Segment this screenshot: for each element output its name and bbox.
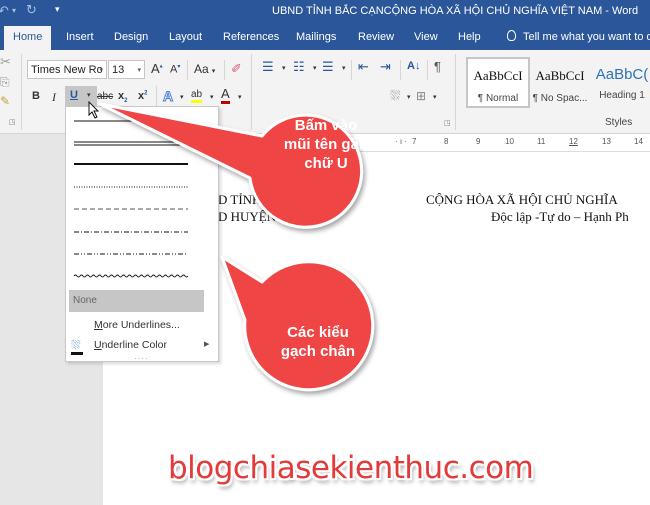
callout-line: Bấm vào: [294, 117, 358, 134]
callout-line: gạch chân: [280, 343, 356, 360]
callout-line: Các kiểu: [287, 324, 349, 341]
callout-bottom-text: Các kiểu gạch chân: [258, 323, 378, 361]
callout-top-text: Bấm vào mũi tên gần chữ U: [266, 116, 386, 173]
callout-shapes: [98, 102, 375, 392]
word-window: ↶ ▾ ↻ ▾ UBND TỈNH BẮC CẠNCỘNG HÒA XÃ HỘI…: [0, 0, 650, 505]
watermark-text: blogchiasekienthuc.com: [168, 450, 534, 486]
callout-line: chữ U: [304, 155, 348, 172]
callout-line: mũi tên gần: [283, 136, 369, 153]
